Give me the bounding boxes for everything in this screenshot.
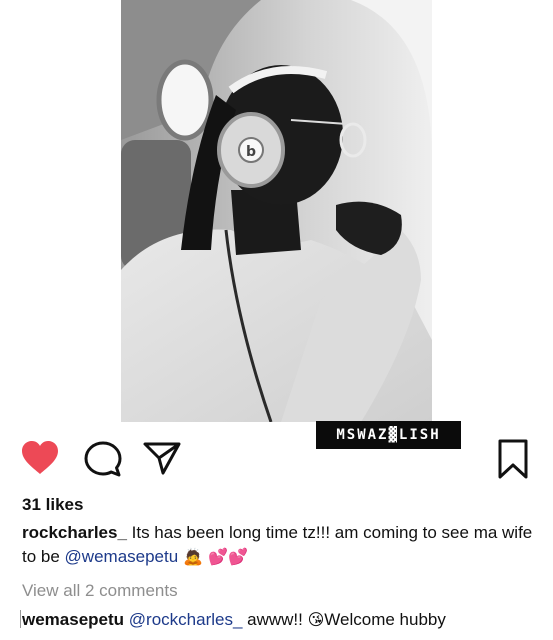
comment-bubble-icon <box>84 441 122 477</box>
text-cursor <box>20 610 21 628</box>
svg-text:b: b <box>246 144 256 160</box>
view-all-comments-link[interactable]: View all 2 comments <box>22 581 178 601</box>
caption-username[interactable]: rockcharles_ <box>22 523 127 542</box>
comment-text: awww!! <box>242 610 308 629</box>
bookmark-icon <box>498 439 528 479</box>
share-button[interactable] <box>142 440 182 476</box>
save-button[interactable] <box>496 438 530 480</box>
like-button[interactable] <box>20 440 60 476</box>
post-actions <box>0 430 553 490</box>
heart-filled-icon <box>22 441 58 474</box>
paper-plane-icon <box>143 442 181 475</box>
post-photo[interactable]: b <box>121 0 432 422</box>
caption-mention[interactable]: @wemasepetu <box>65 547 179 566</box>
post-caption: rockcharles_ Its has been long time tz!!… <box>22 521 542 569</box>
comment-text-after: Welcome hubby <box>324 610 446 629</box>
comment-username[interactable]: wemasepetu <box>22 610 124 629</box>
likes-count[interactable]: 31 likes <box>22 495 83 515</box>
comment-button[interactable] <box>83 440 123 478</box>
comment-mention[interactable]: @rockcharles_ <box>129 610 243 629</box>
comment-row: wemasepetu @rockcharles_ awww!! 😘Welcome… <box>20 609 550 631</box>
photo-man-with-headphones: b <box>121 0 432 422</box>
comment-emoji: 😘 <box>307 610 325 629</box>
caption-emojis: 🙇 💕💕 <box>178 547 249 566</box>
